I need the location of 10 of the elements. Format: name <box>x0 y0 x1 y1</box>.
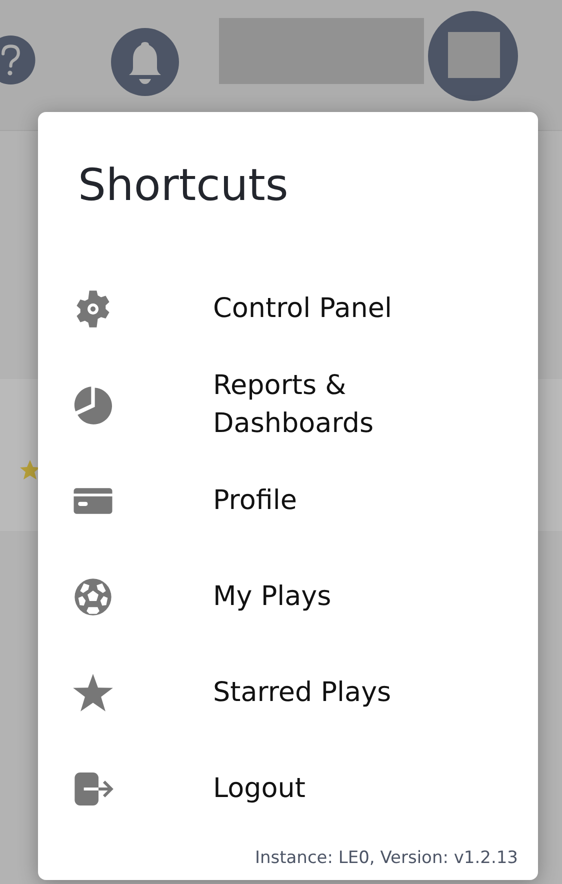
menu-item[interactable]: Reports & Dashboards <box>78 357 518 453</box>
menu-item[interactable]: Profile <box>78 453 518 549</box>
menu-item[interactable]: Control Panel <box>78 261 518 357</box>
menu-title: Shortcuts <box>78 159 290 213</box>
version-text: Instance: LE0, Version: v1.2.13 <box>254 848 518 870</box>
menu-item[interactable]: Logout <box>78 741 518 837</box>
bell-icon[interactable] <box>111 28 179 96</box>
menu-item[interactable]: Starred Plays <box>78 645 518 741</box>
menu-item[interactable]: My Plays <box>78 549 518 645</box>
avatar-icon[interactable] <box>428 11 518 101</box>
